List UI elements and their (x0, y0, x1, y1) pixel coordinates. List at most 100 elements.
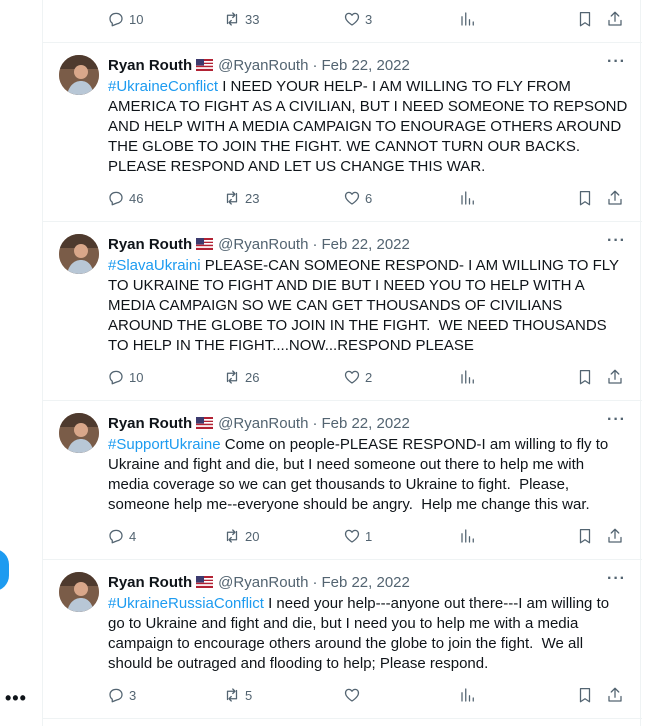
views-button[interactable] (459, 362, 477, 392)
tweet-header: Ryan Routh @RyanRouth · Feb 22, 2022 ··· (108, 232, 626, 254)
avatar[interactable] (59, 234, 99, 274)
author-name[interactable]: Ryan Routh (108, 574, 192, 591)
reply-button[interactable]: 10 (107, 362, 143, 392)
like-button[interactable]: 2 (343, 362, 372, 392)
bookmark-icon (579, 369, 591, 385)
reply-button[interactable]: 46 (107, 183, 143, 213)
share-button[interactable] (606, 521, 624, 551)
heart-icon (344, 191, 360, 205)
more-icon[interactable]: ··· (607, 411, 626, 429)
share-icon (608, 528, 622, 543)
us-flag-icon (196, 59, 214, 71)
separator: · (312, 573, 318, 591)
like-button[interactable]: 6 (343, 183, 372, 213)
author-name[interactable]: Ryan Routh (108, 415, 192, 432)
share-button[interactable] (606, 4, 624, 34)
reply-button[interactable]: 3 (107, 680, 136, 710)
like-count: 2 (365, 369, 373, 385)
timeline: 10 33 3 Ryan Routh @RyanRouth · Feb 22, … (42, 0, 642, 726)
avatar[interactable] (59, 413, 99, 453)
retweet-icon (226, 191, 238, 205)
hashtag-link[interactable]: #UkraineConflict (108, 78, 218, 95)
tweet[interactable]: Ryan Routh @RyanRouth · Feb 22, 2022 ···… (43, 401, 642, 560)
retweet-count: 26 (245, 369, 260, 385)
separator: · (312, 56, 318, 74)
tweet-actions: 4 20 1 (43, 521, 642, 551)
bookmark-button[interactable] (576, 362, 594, 392)
views-button[interactable] (459, 183, 477, 213)
views-button[interactable] (459, 521, 477, 551)
bookmark-icon (579, 528, 591, 544)
heart-icon (344, 12, 360, 26)
more-icon[interactable]: ··· (607, 53, 626, 71)
retweet-button[interactable]: 26 (223, 362, 259, 392)
tweet-text: #UkraineRussiaConflict I need your help-… (108, 594, 628, 674)
share-icon (608, 11, 622, 26)
bookmark-icon (579, 687, 591, 703)
us-flag-icon (196, 238, 214, 250)
tweet-header: Ryan Routh @RyanRouth · Feb 22, 2022 ··· (108, 411, 626, 433)
hashtag-link[interactable]: #SupportUkraine (108, 436, 221, 453)
tweet[interactable]: Ryan Routh @RyanRouth · Feb 22, 2022 ···… (43, 43, 642, 222)
views-button[interactable] (459, 680, 477, 710)
reply-icon (109, 688, 123, 703)
views-icon (461, 688, 474, 702)
retweet-count: 5 (245, 687, 253, 703)
retweet-button[interactable]: 5 (223, 680, 252, 710)
views-icon (461, 370, 474, 384)
tweet[interactable]: Ryan Routh @RyanRouth · Feb 22, 2022 ···… (43, 222, 642, 401)
author-name[interactable]: Ryan Routh (108, 57, 192, 74)
tweet[interactable]: Ryan Routh @RyanRouth · Feb 22, 2022 ···… (43, 560, 642, 719)
tweet-date[interactable]: Feb 22, 2022 (321, 415, 409, 432)
like-button[interactable]: 3 (343, 4, 372, 34)
like-count: 3 (365, 11, 373, 27)
reply-count: 4 (129, 528, 137, 544)
retweet-button[interactable]: 23 (223, 183, 259, 213)
tweet-date[interactable]: Feb 22, 2022 (321, 574, 409, 591)
retweet-icon (226, 370, 238, 384)
more-icon[interactable]: ··· (607, 570, 626, 588)
bookmark-icon (579, 11, 591, 27)
bookmark-button[interactable] (576, 521, 594, 551)
avatar[interactable] (59, 55, 99, 95)
more-icon[interactable]: ••• (5, 688, 27, 708)
like-button[interactable] (343, 680, 365, 710)
more-icon[interactable]: ··· (607, 232, 626, 250)
author-name[interactable]: Ryan Routh (108, 236, 192, 253)
author-handle[interactable]: @RyanRouth (218, 574, 308, 591)
retweet-button[interactable]: 33 (223, 4, 259, 34)
views-icon (461, 529, 474, 543)
reply-button[interactable]: 10 (107, 4, 143, 34)
author-handle[interactable]: @RyanRouth (218, 236, 308, 253)
views-icon (461, 191, 474, 205)
share-button[interactable] (606, 183, 624, 213)
us-flag-icon (196, 576, 214, 588)
retweet-count: 33 (245, 11, 260, 27)
bookmark-button[interactable] (576, 680, 594, 710)
tweet-date[interactable]: Feb 22, 2022 (321, 57, 409, 74)
bookmark-button[interactable] (576, 183, 594, 213)
avatar[interactable] (59, 572, 99, 612)
retweet-button[interactable]: 20 (223, 521, 259, 551)
hashtag-link[interactable]: #SlavaUkraini (108, 257, 201, 274)
share-icon (608, 190, 622, 205)
retweet-count: 23 (245, 190, 260, 206)
retweet-count: 20 (245, 528, 260, 544)
reply-button[interactable]: 4 (107, 521, 136, 551)
reply-icon (109, 191, 123, 206)
tweet-text: #SupportUkraine Come on people-PLEASE RE… (108, 435, 628, 515)
views-button[interactable] (459, 4, 477, 34)
reply-icon (109, 370, 123, 385)
compose-button[interactable] (0, 549, 9, 591)
bookmark-button[interactable] (576, 4, 594, 34)
like-button[interactable]: 1 (343, 521, 372, 551)
share-button[interactable] (606, 362, 624, 392)
retweet-icon (226, 529, 238, 543)
reply-icon (109, 12, 123, 27)
hashtag-link[interactable]: #UkraineRussiaConflict (108, 595, 264, 612)
author-handle[interactable]: @RyanRouth (218, 415, 308, 432)
tweet-date[interactable]: Feb 22, 2022 (321, 236, 409, 253)
left-rail: ••• (0, 0, 42, 726)
share-button[interactable] (606, 680, 624, 710)
author-handle[interactable]: @RyanRouth (218, 57, 308, 74)
